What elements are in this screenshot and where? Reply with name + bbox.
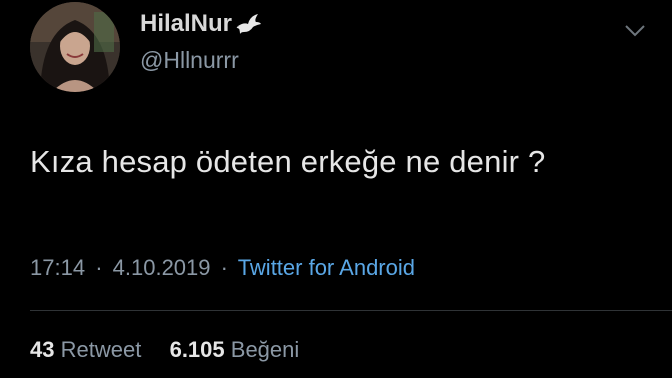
retweet-label: Retweet (60, 337, 142, 362)
like-label: Beğeni (230, 337, 300, 362)
retweet-count: 43 (30, 337, 55, 362)
divider (30, 310, 672, 311)
tweet-time[interactable]: 17:14 (30, 255, 85, 280)
tweet-text: Kıza hesap ödeten erkeğe ne denir ? (30, 144, 546, 179)
author-handle[interactable]: @Hllnurrr (140, 47, 239, 74)
tweet-source-link[interactable]: Twitter for Android (238, 255, 415, 280)
avatar[interactable] (30, 2, 120, 92)
meta-separator: · (95, 255, 103, 280)
meta-separator: · (220, 255, 228, 280)
author-name-row[interactable]: HilalNur (140, 10, 262, 38)
tweet-stats: 43 Retweet 6.105 Beğeni (30, 337, 299, 363)
tweet-meta: 17:14 · 4.10.2019 · Twitter for Android (30, 255, 415, 281)
author-display-name[interactable]: HilalNur (140, 10, 232, 38)
retweet-stat[interactable]: 43 Retweet (30, 337, 147, 362)
dove-icon (236, 12, 262, 36)
like-count: 6.105 (169, 337, 225, 362)
like-stat[interactable]: 6.105 Beğeni (170, 337, 300, 362)
chevron-down-icon[interactable] (624, 24, 646, 38)
tweet-date[interactable]: 4.10.2019 (113, 255, 211, 280)
